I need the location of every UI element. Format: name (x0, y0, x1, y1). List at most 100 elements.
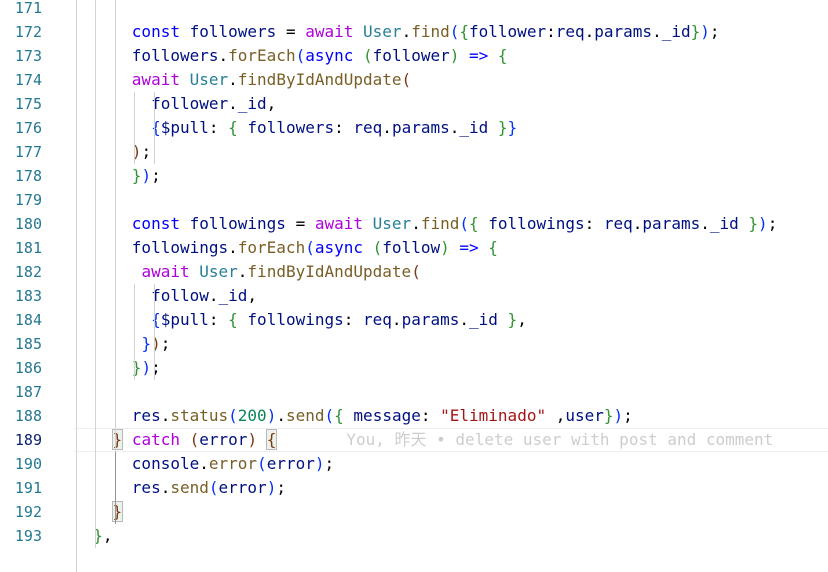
code-line[interactable]: ); (74, 140, 828, 164)
code-token: params (594, 22, 653, 41)
code-token: ( (363, 46, 373, 65)
line-number: 176 (14, 119, 42, 137)
code-token: ) (151, 334, 161, 353)
code-line[interactable]: }); (74, 356, 828, 380)
code-token: status (170, 406, 229, 425)
code-token: ; (151, 358, 161, 377)
code-token: follow (382, 238, 441, 257)
code-token: _id (218, 286, 248, 305)
code-token: ) (266, 478, 277, 497)
code-token: , (517, 310, 527, 329)
code-line[interactable]: res.status(200).send({ message: "Elimina… (74, 404, 828, 428)
code-line[interactable]: res.send(error); (74, 476, 828, 500)
code-token: User (363, 22, 402, 41)
code-token: ; (276, 478, 286, 497)
code-token: ( (411, 262, 421, 281)
code-token: ; (151, 166, 161, 185)
code-token: { (488, 238, 498, 257)
code-token: . (459, 310, 469, 329)
code-token: . (237, 262, 248, 281)
code-line[interactable] (74, 0, 828, 20)
code-token: send (170, 478, 209, 497)
code-token: . (391, 310, 402, 329)
code-line[interactable]: followers.forEach(async (follower) => { (74, 44, 828, 68)
indent-guide (134, 92, 135, 164)
code-line[interactable] (74, 188, 828, 212)
line-number: 187 (14, 383, 42, 401)
code-token: $pull (160, 118, 209, 137)
code-editor[interactable]: 171 172 173 174 175 176 177 178 179 180 181 182 183 1… (0, 0, 828, 572)
code-token: ) (440, 238, 450, 257)
code-line[interactable]: console.error(error); (74, 452, 828, 476)
code-token: : (334, 118, 354, 137)
code-token: = (285, 214, 315, 233)
code-line[interactable]: }, (74, 524, 828, 548)
code-line[interactable]: } (74, 500, 828, 524)
code-line[interactable]: }); (74, 164, 828, 188)
code-token: { (151, 118, 161, 137)
code-token: ( (228, 406, 238, 425)
code-line[interactable]: follower._id, (74, 92, 828, 116)
code-token: follow (151, 286, 209, 305)
indent-guide (115, 452, 116, 524)
line-number: 175 (14, 95, 42, 113)
code-area[interactable]: const followers = await User.find({follo… (74, 0, 828, 572)
code-line[interactable]: const followings = await User.find({ fol… (74, 212, 828, 236)
code-line[interactable]: {$pull: { followers: req.params._id }} (74, 116, 828, 140)
code-token: params (401, 310, 460, 329)
code-token: { (228, 118, 238, 137)
code-line[interactable] (74, 380, 828, 404)
code-token: { (151, 310, 161, 329)
line-number: 188 (14, 407, 42, 425)
code-line[interactable]: await User.findByIdAndUpdate( (74, 260, 828, 284)
code-token: const (131, 214, 180, 233)
code-line[interactable]: }); (74, 332, 828, 356)
code-token: ) (141, 358, 152, 377)
code-token: ( (449, 22, 460, 41)
line-number: 189 (14, 431, 42, 449)
code-token: . (160, 478, 171, 497)
code-token: . (208, 286, 219, 305)
code-token: ) (247, 430, 258, 449)
code-token: ( (189, 430, 200, 449)
code-line[interactable]: {$pull: { followings: req.params._id }, (74, 308, 828, 332)
code-token: findByIdAndUpdate (247, 262, 412, 281)
code-token: . (652, 22, 662, 41)
code-token: forEach (228, 46, 296, 65)
code-token: ( (295, 46, 306, 65)
code-token: . (228, 70, 238, 89)
code-token: res (131, 478, 161, 497)
code-line[interactable]: await User.findByIdAndUpdate( (74, 68, 828, 92)
code-line[interactable]: followings.forEach(async (follow) => { (74, 236, 828, 260)
code-line[interactable]: const followers = await User.find({follo… (74, 20, 828, 44)
code-token: user (565, 406, 604, 425)
code-token: $pull (160, 310, 209, 329)
code-line[interactable]: follow._id, (74, 284, 828, 308)
code-token: follower (151, 94, 229, 113)
line-number: 186 (14, 359, 42, 377)
code-token: ) (449, 46, 460, 65)
code-token: followings (488, 214, 585, 233)
indent-guide (154, 92, 155, 164)
code-token: send (285, 406, 325, 425)
line-number: 171 (14, 0, 42, 17)
indent-guide (76, 0, 77, 572)
line-number: 184 (14, 311, 42, 329)
code-token: ( (208, 478, 219, 497)
current-code-line[interactable]: } catch (error) {You, 昨天 • delete user w… (74, 428, 828, 452)
indent-guide (134, 284, 135, 380)
code-token: { (469, 214, 479, 233)
